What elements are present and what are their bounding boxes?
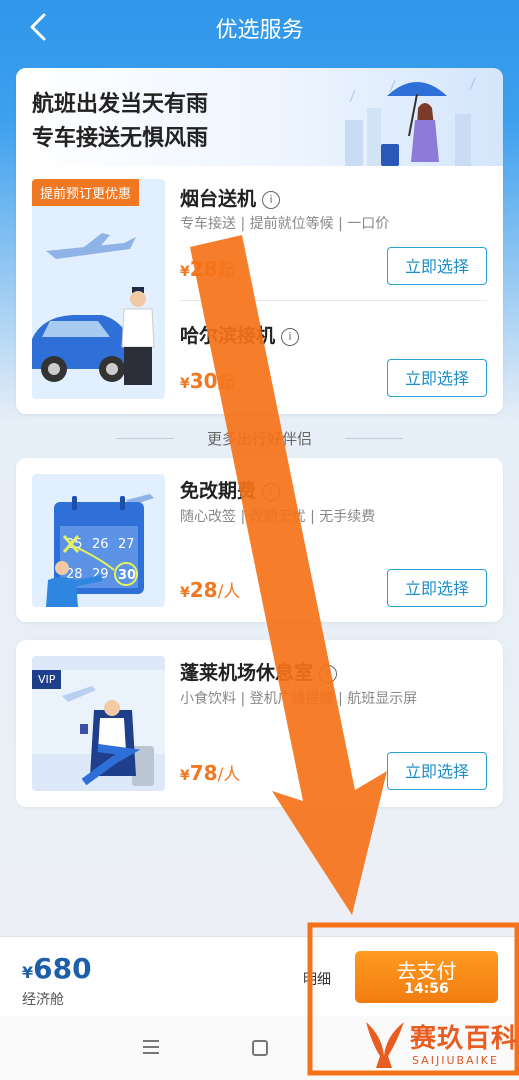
menu-icon[interactable] [143, 1040, 159, 1054]
page-title: 优选服务 [215, 18, 304, 43]
transfer-card: 航班出发当天有雨 专车接送无惧风雨 提前预订更优惠 烟台送机 i 专车接送 | … [16, 68, 503, 414]
service-price: ¥28起 [180, 257, 235, 281]
price-detail-link[interactable]: 明细 [303, 969, 331, 989]
rain-umbrella-illustration [345, 77, 476, 166]
section-separator: 更多出行好伴侣 [0, 428, 519, 450]
info-icon[interactable]: i [319, 665, 338, 683]
watermark-subtext: SAIJIUBAIKE [412, 1054, 499, 1067]
service-price: ¥30起 [180, 369, 235, 393]
select-button[interactable]: 立即选择 [387, 247, 487, 285]
change-fee-image: 25 26 27 28 29 30 [32, 474, 165, 607]
select-button[interactable]: 立即选择 [387, 752, 487, 790]
airport-transfer-image: 提前预订更优惠 [32, 179, 165, 399]
pay-label: 去支付 [396, 959, 457, 983]
vip-badge: VIP [32, 670, 62, 689]
pay-button[interactable]: 去支付 14:56 [355, 951, 498, 1003]
calendar-day: 30 [118, 568, 136, 583]
service-name: 哈尔滨接机 i [180, 321, 300, 348]
watermark-text: 赛玖百科 [410, 1024, 519, 1054]
home-icon[interactable] [252, 1040, 268, 1056]
rain-banner: 航班出发当天有雨 专车接送无惧风雨 [16, 68, 503, 166]
divider [345, 438, 403, 439]
payment-countdown: 14:56 [404, 981, 449, 997]
calendar-day: 26 [92, 537, 109, 552]
calendar-illustration: 25 26 27 28 29 30 [46, 494, 154, 607]
info-icon[interactable]: i [262, 483, 281, 501]
info-icon[interactable]: i [281, 328, 300, 346]
service-desc: 专车接送 | 提前就位等候 | 一口价 [180, 216, 390, 232]
service-desc: 小食饮料 | 登机广播提醒 | 航班显示屏 [180, 691, 418, 707]
checkout-bar: ¥680 经济舱 明细 去支付 14:56 [0, 936, 519, 1017]
promo-tag: 提前预订更优惠 [32, 179, 140, 206]
service-desc: 随心改签 | 改期无忧 | 无手续费 [180, 509, 376, 525]
cabin-class: 经济舱 [22, 992, 64, 1008]
total-price: ¥680 [22, 952, 92, 985]
banner-line-2: 专车接送无惧风雨 [32, 126, 209, 151]
service-name: 烟台送机 i [180, 184, 281, 211]
whale-tail-icon [366, 1022, 404, 1068]
car-driver-illustration [32, 233, 155, 385]
divider [180, 300, 487, 301]
separator-label: 更多出行好伴侣 [206, 430, 312, 448]
banner-line-1: 航班出发当天有雨 [32, 92, 209, 117]
service-price: ¥78/人 [180, 761, 241, 785]
calendar-day: 27 [118, 537, 135, 552]
select-button[interactable]: 立即选择 [387, 359, 487, 397]
service-price: ¥28/人 [180, 578, 241, 602]
service-name: 免改期费 i [180, 476, 281, 503]
lounge-card: VIP 蓬莱机场休息室 i 小食饮料 | 登机广播提醒 | 航班显示屏 ¥78/人… [16, 640, 503, 807]
lounge-image: VIP [32, 656, 165, 791]
change-fee-card: 25 26 27 28 29 30 免改期费 i 随心改签 | 改期无忧 | 无手… [16, 458, 503, 622]
info-icon[interactable]: i [262, 191, 281, 209]
divider [116, 438, 174, 439]
select-button[interactable]: 立即选择 [387, 569, 487, 607]
watermark-logo: 赛玖百科 SAIJIUBAIKE [360, 1010, 519, 1080]
service-name: 蓬莱机场休息室 i [180, 658, 338, 685]
header: 优选服务 [0, 0, 519, 56]
